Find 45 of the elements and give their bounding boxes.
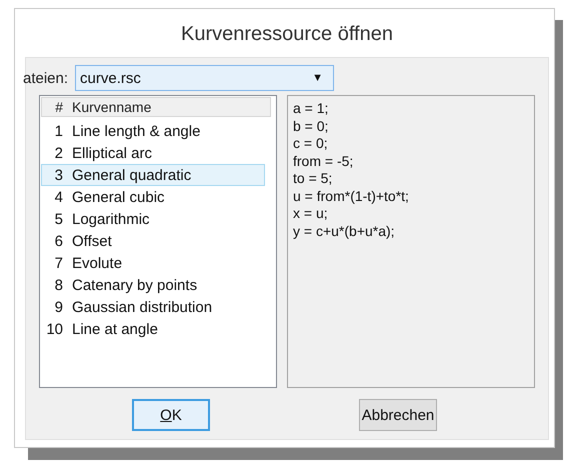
curve-name: Gaussian distribution	[72, 298, 212, 316]
window-title: Kurvenressource öffnen	[180, 22, 394, 47]
list-row[interactable]: 8 Catenary by points	[41, 274, 265, 296]
row-number: 6	[54, 232, 64, 250]
row-number: 9	[54, 298, 64, 316]
curve-name: Line at angle	[72, 320, 158, 338]
row-number: 5	[54, 210, 64, 228]
code-line: b = 0;	[293, 118, 328, 135]
code-line: u = from*(1-t)+to*t;	[293, 188, 409, 205]
curve-name: Catenary by points	[72, 276, 198, 294]
column-header[interactable]: Kurvenname	[72, 99, 152, 115]
list-row[interactable]: 10 Line at angle	[41, 318, 265, 340]
curve-name: General quadratic	[72, 166, 192, 184]
list-row[interactable]: 7 Evolute	[41, 252, 265, 274]
row-number: 1	[54, 122, 64, 140]
list-row[interactable]: 3 General quadratic	[41, 164, 265, 186]
list-row[interactable]: 4 General cubic	[41, 186, 265, 208]
row-number: 2	[54, 144, 64, 162]
list-row[interactable]: 9 Gaussian distribution	[41, 296, 265, 318]
curve-name: Offset	[72, 232, 112, 250]
ok-button[interactable]: OK	[132, 399, 210, 431]
curve-name: Logarithmic	[72, 210, 150, 228]
list-row[interactable]: 2 Elliptical arc	[41, 142, 265, 164]
file-dropdown[interactable]: curve.rsc ▼	[75, 65, 334, 91]
code-line: from = -5;	[293, 152, 354, 170]
row-number: 10	[45, 320, 64, 338]
cancel-button[interactable]: Abbrechen	[359, 399, 437, 431]
curve-name: Line length & angle	[72, 122, 200, 140]
row-number: 8	[54, 276, 64, 294]
curve-name: Elliptical arc	[72, 144, 152, 162]
row-number: 3	[54, 166, 64, 184]
code-line: y = c+u*(b+u*a);	[293, 222, 395, 240]
code-line: to = 5;	[293, 170, 332, 188]
curve-name: Evolute	[72, 254, 122, 272]
row-number: 7	[54, 254, 64, 272]
code-line: c = 0;	[293, 135, 328, 152]
code-line: a = 1;	[293, 100, 328, 118]
field-label: ateien:	[23, 70, 68, 86]
column-header[interactable]: #	[42, 99, 72, 115]
curve-name: General cubic	[72, 188, 165, 206]
list-row[interactable]: 6 Offset	[41, 230, 265, 252]
row-number: 4	[54, 188, 64, 206]
list-row[interactable]: 1 Line length & angle	[41, 120, 265, 142]
code-line: x = u;	[293, 205, 328, 222]
list-row[interactable]: 5 Logarithmic	[41, 208, 265, 230]
